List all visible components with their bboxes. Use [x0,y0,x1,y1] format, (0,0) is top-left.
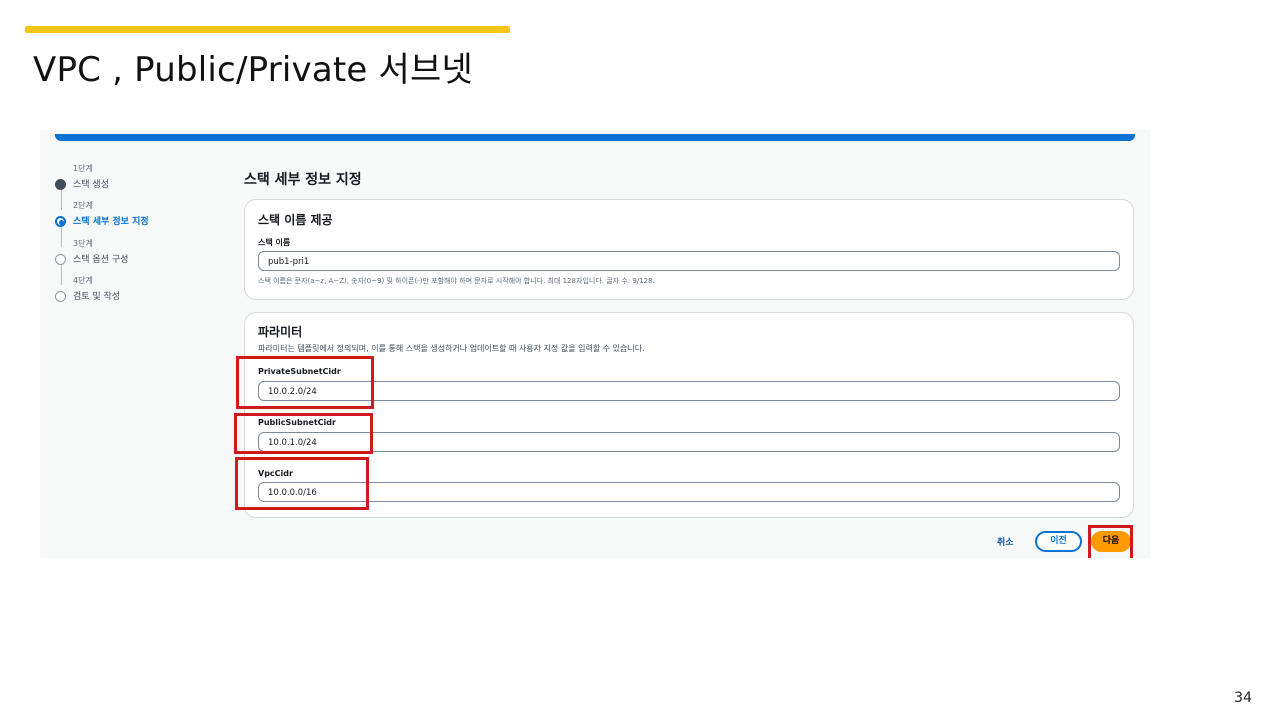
step-pending-icon [55,291,66,302]
step-name: 검토 및 작성 [73,292,121,302]
highlight-next-button [1088,525,1133,558]
step-current-icon [55,216,66,227]
stack-name-hint: 스택 이름은 문자(a~z, A~Z), 숫자(0~9) 및 하이픈(-)만 포… [258,277,655,285]
stack-name-label: 스택 이름 [258,238,291,247]
step-connector [61,224,62,247]
console-top-bar [55,134,1135,141]
step-number: 1단계 [73,164,93,173]
highlight-private-subnet [236,356,374,409]
card-title: 파라미터 [258,325,303,339]
cloudformation-screenshot: 1단계 스택 생성 2단계 스택 세부 정보 지정 3단계 스택 옵션 구성 4… [40,130,1150,558]
title-accent-bar [25,26,510,33]
parameters-description: 파라미터는 템플릿에서 정의되며, 이를 통해 스택을 생성하거나 업데이트할 … [258,344,645,353]
previous-button[interactable]: 이전 [1035,531,1082,552]
step-number: 4단계 [73,276,93,285]
stack-name-input[interactable]: pub1-pri1 [258,251,1120,271]
step-name: 스택 옵션 구성 [73,255,129,265]
highlight-vpc-cidr [235,457,369,510]
public-subnet-cidr-input[interactable]: 10.0.1.0/24 [258,432,1120,452]
step-connector [61,187,62,210]
highlight-public-subnet [234,413,373,454]
cancel-button[interactable]: 취소 [997,535,1014,548]
private-subnet-cidr-input[interactable]: 10.0.2.0/24 [258,381,1120,401]
page-number: 34 [1234,690,1252,706]
step-name: 스택 생성 [73,180,109,190]
card-title: 스택 이름 제공 [258,213,333,227]
slide-title: VPC , Public/Private 서브넷 [33,50,473,90]
step-connector [61,262,62,285]
vpc-cidr-input[interactable]: 10.0.0.0/16 [258,482,1120,502]
stack-name-card: 스택 이름 제공 스택 이름 pub1-pri1 스택 이름은 문자(a~z, … [244,199,1134,300]
step-number: 3단계 [73,239,93,248]
step-number: 2단계 [73,201,93,210]
step-complete-icon [55,179,66,190]
step-pending-icon [55,254,66,265]
step-name: 스택 세부 정보 지정 [73,217,149,227]
parameters-card: 파라미터 파라미터는 템플릿에서 정의되며, 이를 통해 스택을 생성하거나 업… [244,312,1134,518]
page-heading: 스택 세부 정보 지정 [244,172,362,188]
